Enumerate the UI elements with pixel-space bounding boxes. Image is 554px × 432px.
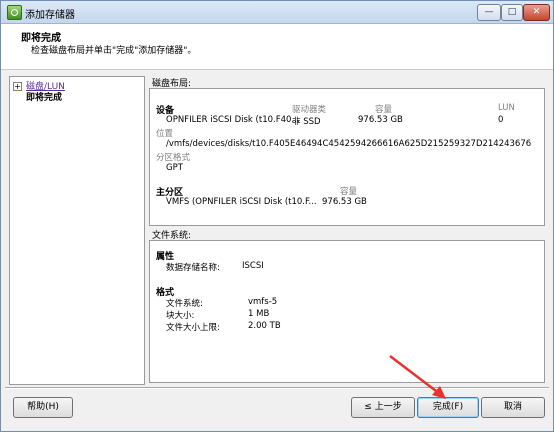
capacity-value: 976.53 GB [358, 115, 403, 125]
close-button[interactable]: ✕ [523, 4, 550, 21]
back-button[interactable]: ≤ 上一步 [351, 397, 415, 418]
page-title: 即将完成 [21, 33, 61, 44]
device-name: OPNFILER iSCSI Disk (t10.F40... [166, 115, 300, 125]
nav-item-disk-lun-label[interactable]: 磁盘/LUN [26, 82, 65, 92]
help-button[interactable]: 帮助(H) [13, 397, 73, 418]
datastore-name-label: 数据存储名称: [166, 263, 220, 273]
block-size-label: 块大小: [166, 311, 195, 321]
primary-partition-capacity: 976.53 GB [322, 197, 367, 207]
footer-divider [5, 387, 549, 389]
wizard-header: 即将完成 检查磁盘布局并单击"完成"添加存储器"。 [1, 24, 553, 70]
datastore-name-value: ISCSI [242, 261, 264, 271]
location-label: 位置 [156, 129, 174, 139]
lun-header: LUN [498, 103, 515, 113]
title-bar: 添加存储器 — □ ✕ [1, 1, 553, 24]
disk-layout-panel: 设备 驱动器类 容量 LUN OPNFILER iSCSI Disk (t10.… [149, 88, 545, 226]
nav-item-ready-to-complete-label: 即将完成 [26, 93, 63, 103]
capacity-header: 容量 [375, 105, 393, 115]
partition-format-label: 分区格式 [156, 153, 191, 163]
partition-format-value: GPT [166, 163, 183, 173]
fs-type-label: 文件系统: [166, 299, 203, 309]
location-value: /vmfs/devices/disks/t10.F405E46494C45425… [166, 139, 532, 149]
expand-icon[interactable]: + [13, 82, 22, 91]
max-file-size-value: 2.00 TB [248, 321, 281, 331]
maximize-button[interactable]: □ [501, 4, 523, 21]
fs-type-value: vmfs-5 [248, 297, 278, 307]
cancel-button[interactable]: 取消 [481, 397, 545, 418]
window-title: 添加存储器 [25, 10, 75, 21]
finish-button[interactable]: 完成(F) [417, 397, 479, 418]
wizard-steps-nav: + 磁盘/LUN 即将完成 [9, 76, 145, 385]
review-area: 磁盘布局: 设备 驱动器类 容量 LUN OPNFILER iSCSI Disk… [149, 76, 545, 383]
block-size-value: 1 MB [248, 309, 270, 319]
page-subtitle: 检查磁盘布局并单击"完成"添加存储器"。 [31, 46, 197, 56]
file-system-panel: 属性 数据存储名称: ISCSI 格式 文件系统: vmfs-5 块大小: 1 … [149, 240, 545, 383]
driver-type-value: 非 SSD [292, 117, 321, 127]
primary-capacity-header: 容量 [340, 187, 358, 197]
nav-item-ready-to-complete: 即将完成 [13, 92, 62, 104]
add-storage-window: 添加存储器 — □ ✕ 即将完成 检查磁盘布局并单击"完成"添加存储器"。 + … [0, 0, 554, 432]
storage-icon [7, 5, 22, 20]
driver-type-header: 驱动器类 [292, 105, 327, 115]
primary-partition-name: VMFS (OPNFILER iSCSI Disk (t10.F... [166, 197, 317, 207]
lun-value: 0 [498, 115, 504, 125]
max-file-size-label: 文件大小上限: [166, 323, 220, 333]
minimize-button[interactable]: — [477, 4, 501, 21]
